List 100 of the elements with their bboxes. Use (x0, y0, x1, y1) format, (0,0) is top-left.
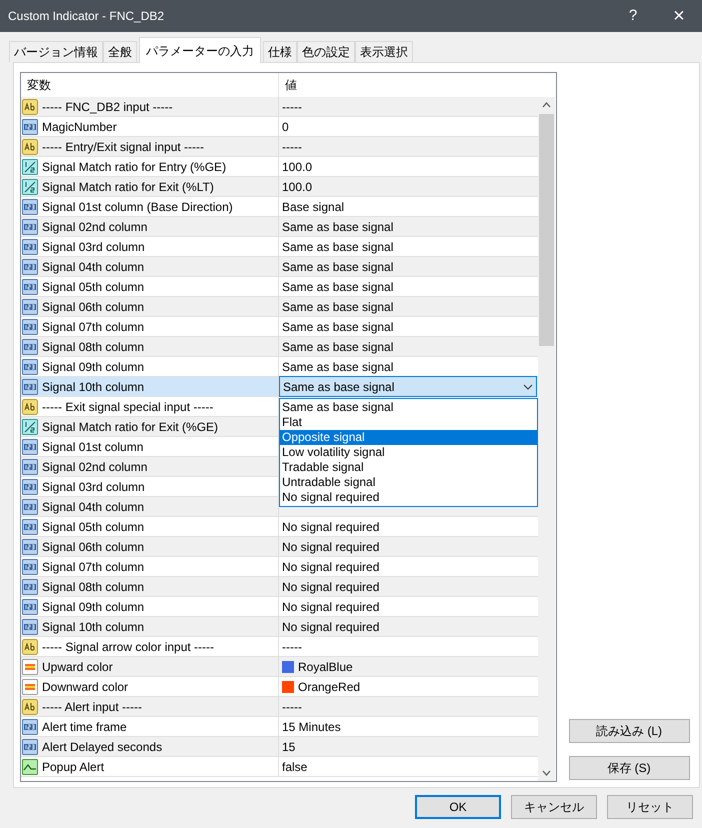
parameter-value: ----- (282, 98, 302, 116)
parameter-name: Signal 09th column (42, 598, 144, 616)
parameter-name: Alert Delayed seconds (42, 738, 162, 756)
parameter-name-cell[interactable]: Signal 05th column (21, 277, 279, 296)
parameter-name-cell[interactable]: Downward color (21, 677, 279, 696)
dropdown-option[interactable]: Flat (280, 415, 537, 430)
close-button[interactable]: × (656, 0, 702, 32)
parameter-name-cell[interactable]: Signal 08th column (21, 337, 279, 356)
parameter-name: Signal 06th column (42, 538, 144, 556)
text-type-icon (22, 138, 38, 154)
parameter-name: ----- FNC_DB2 input ----- (42, 98, 173, 116)
parameter-name-cell[interactable]: Alert time frame (21, 717, 279, 736)
parameter-name: Signal 07th column (42, 318, 144, 336)
value-combobox[interactable]: Same as base signal (279, 376, 537, 397)
parameter-name: Signal 04th column (42, 498, 144, 516)
tab[interactable]: パラメーターの入力 (139, 37, 261, 63)
parameter-name-cell[interactable]: Signal 02nd column (21, 217, 279, 236)
parameter-name: ----- Alert input ----- (42, 698, 142, 716)
parameter-value: Same as base signal (282, 298, 394, 316)
fraction-type-icon (22, 418, 38, 434)
parameter-value: 0 (282, 118, 289, 136)
parameter-value: No signal required (282, 598, 380, 616)
parameter-name-cell[interactable]: Signal 09th column (21, 597, 279, 616)
parameter-name-cell[interactable]: Signal 06th column (21, 297, 279, 316)
parameter-value: No signal required (282, 558, 380, 576)
parameter-name-cell[interactable]: Signal 07th column (21, 557, 279, 576)
fraction-type-icon (22, 178, 38, 194)
parameter-name-cell[interactable]: Signal 05th column (21, 517, 279, 536)
dropdown-option[interactable]: Same as base signal (280, 400, 537, 415)
parameter-name: Downward color (42, 678, 128, 696)
parameter-value: Same as base signal (282, 338, 394, 356)
tab[interactable]: 全般 (103, 41, 137, 62)
parameter-name-cell[interactable]: Upward color (21, 657, 279, 676)
scrollbar[interactable] (538, 97, 555, 781)
parameter-name: ----- Exit signal special input ----- (42, 398, 214, 416)
dialog-button[interactable]: リセット (607, 795, 693, 819)
parameter-name-cell[interactable]: Signal Match ratio for Exit (%GE) (21, 417, 279, 436)
parameter-name: Signal 06th column (42, 298, 144, 316)
parameter-name-cell[interactable]: Signal 10th column (21, 617, 279, 636)
parameter-name-cell[interactable]: Popup Alert (21, 757, 279, 776)
tab[interactable]: バージョン情報 (9, 41, 103, 62)
parameter-name-cell[interactable]: Signal 07th column (21, 317, 279, 336)
parameter-name: Signal 08th column (42, 578, 144, 596)
parameter-name: MagicNumber (42, 118, 117, 136)
tab[interactable]: 色の設定 (297, 41, 355, 62)
help-button[interactable]: ? (610, 0, 656, 32)
parameter-name-cell[interactable]: MagicNumber (21, 117, 279, 136)
parameter-value: No signal required (282, 538, 380, 556)
parameter-name-cell[interactable]: Signal Match ratio for Exit (%LT) (21, 177, 279, 196)
parameter-name-cell[interactable]: ----- Entry/Exit signal input ----- (21, 137, 279, 156)
parameter-name-cell[interactable]: Signal 02nd column (21, 457, 279, 476)
boolean-type-icon (22, 758, 38, 774)
parameter-name-cell[interactable]: Signal 09th column (21, 357, 279, 376)
parameter-name: ----- Entry/Exit signal input ----- (42, 138, 204, 156)
parameter-name-cell[interactable]: ----- FNC_DB2 input ----- (21, 97, 279, 116)
parameter-name-cell[interactable]: Signal 03rd column (21, 477, 279, 496)
parameter-name: Alert time frame (42, 718, 127, 736)
parameter-name-cell[interactable]: Signal 08th column (21, 577, 279, 596)
dropdown-option[interactable]: Low volatility signal (280, 445, 537, 460)
parameter-name: Signal 07th column (42, 558, 144, 576)
parameter-name: Signal 10th column (42, 618, 144, 636)
parameter-name-cell[interactable]: Signal 10th column (21, 377, 279, 396)
parameter-value: 15 Minutes (282, 718, 341, 736)
dialog-button[interactable]: キャンセル (511, 795, 597, 819)
scrollbar-thumb[interactable] (539, 114, 554, 346)
fraction-type-icon (22, 158, 38, 174)
parameter-name-cell[interactable]: Alert Delayed seconds (21, 737, 279, 756)
parameter-value: No signal required (282, 518, 380, 536)
parameter-value: Base signal (282, 198, 344, 216)
parameter-name-cell[interactable]: Signal 03rd column (21, 237, 279, 256)
parameter-name: Signal Match ratio for Entry (%GE) (42, 158, 226, 176)
column-header: 値 (284, 77, 298, 94)
dropdown-option[interactable]: Untradable signal (280, 475, 537, 490)
parameter-value: No signal required (282, 578, 380, 596)
side-button[interactable]: 読み込み (L) (568, 719, 690, 743)
parameter-value: Same as base signal (282, 258, 394, 276)
dropdown-option[interactable]: Tradable signal (280, 460, 537, 475)
parameter-value: Same as base signal (282, 238, 394, 256)
tab[interactable]: 仕様 (263, 41, 297, 62)
parameter-name-cell[interactable]: Signal 01st column (Base Direction) (21, 197, 279, 216)
tab[interactable]: 表示選択 (355, 41, 413, 62)
parameter-name: Signal 01st column (42, 438, 144, 456)
side-button[interactable]: 保存 (S) (568, 756, 690, 780)
parameter-name: Signal 03rd column (42, 238, 145, 256)
parameter-name-cell[interactable]: Signal 01st column (21, 437, 279, 456)
parameter-name-cell[interactable]: Signal Match ratio for Entry (%GE) (21, 157, 279, 176)
parameter-name: Signal 05th column (42, 518, 144, 536)
parameter-value: 100.0 (282, 178, 312, 196)
dropdown-option[interactable]: Opposite signal (280, 430, 537, 445)
text-type-icon (22, 398, 38, 414)
parameter-name-cell[interactable]: ----- Signal arrow color input ----- (21, 637, 279, 656)
parameter-name: Signal 08th column (42, 338, 144, 356)
dropdown-option[interactable]: No signal required (280, 490, 537, 505)
dialog-button[interactable]: OK (415, 795, 501, 819)
parameter-value: RoyalBlue (298, 658, 353, 676)
parameter-name-cell[interactable]: ----- Exit signal special input ----- (21, 397, 279, 416)
parameter-name-cell[interactable]: Signal 04th column (21, 257, 279, 276)
parameter-value: false (282, 758, 308, 776)
parameter-name-cell[interactable]: Signal 06th column (21, 537, 279, 556)
parameter-name-cell[interactable]: ----- Alert input ----- (21, 697, 279, 716)
